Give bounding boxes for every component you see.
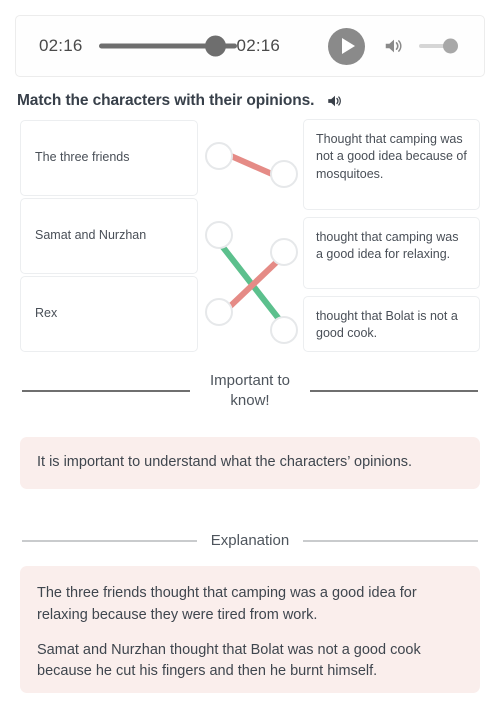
play-icon — [342, 38, 356, 54]
match-left-item-2[interactable]: Samat and Nurzhan — [20, 198, 198, 274]
important-divider-label: Important to know! — [209, 372, 291, 409]
match-node-right-2[interactable] — [270, 238, 298, 266]
play-button[interactable] — [328, 27, 366, 65]
explanation-divider: Explanation — [0, 531, 500, 551]
audio-progress-slider[interactable] — [98, 35, 237, 57]
important-panel-text: It is important to understand what the c… — [37, 454, 413, 470]
divider-rule-left — [22, 389, 190, 392]
important-panel: It is important to understand what the c… — [20, 437, 480, 489]
speaker-icon[interactable] — [326, 92, 344, 110]
match-node-right-3[interactable] — [270, 316, 298, 344]
match-node-left-2[interactable] — [205, 221, 233, 249]
question-title: Match the characters with their opinions… — [17, 92, 315, 109]
divider-rule-right — [303, 540, 478, 542]
audio-player: 02:16 02:16 — [15, 15, 485, 77]
audio-total-time: 02:16 — [236, 36, 281, 55]
match-node-left-1[interactable] — [205, 142, 233, 170]
volume-slider[interactable] — [419, 38, 461, 54]
match-left-item-1[interactable]: The three friends — [20, 120, 198, 196]
explanation-panel: The three friends thought that camping w… — [20, 566, 480, 693]
explanation-divider-label: Explanation — [210, 532, 290, 549]
question-header: Match the characters with their opinions… — [17, 92, 344, 110]
match-left-item-3[interactable]: Rex — [20, 276, 198, 352]
match-right-label-2: thought that camping was a good idea for… — [316, 230, 459, 262]
connection-line-1 — [228, 153, 275, 177]
match-node-left-3[interactable] — [205, 298, 233, 326]
audio-progress-handle[interactable] — [204, 35, 226, 57]
match-right-item-3[interactable]: thought that Bolat is not a good cook. — [303, 296, 480, 352]
exercise-page: 02:16 02:16 Match the characters with th… — [0, 0, 500, 713]
matching-exercise: The three friends Samat and Nurzhan Rex … — [0, 116, 500, 352]
explanation-paragraph-2: Samat and Nurzhan thought that Bolat was… — [37, 641, 421, 680]
match-right-item-1[interactable]: Thought that camping was not a good idea… — [303, 119, 480, 210]
match-left-label-2: Samat and Nurzhan — [35, 228, 147, 243]
match-node-right-1[interactable] — [270, 160, 298, 188]
divider-rule-left — [22, 540, 197, 542]
volume-high-icon[interactable] — [383, 35, 405, 57]
match-right-label-1: Thought that camping was not a good idea… — [316, 132, 467, 181]
match-left-label-1: The three friends — [35, 150, 130, 165]
audio-current-time: 02:16 — [39, 36, 83, 55]
important-divider: Important to know! — [0, 371, 500, 411]
volume-slider-handle[interactable] — [443, 38, 459, 54]
divider-rule-right — [310, 389, 478, 392]
match-left-label-3: Rex — [35, 306, 58, 321]
match-right-item-2[interactable]: thought that camping was a good idea for… — [303, 217, 480, 289]
match-right-label-3: thought that Bolat is not a good cook. — [316, 309, 458, 341]
explanation-paragraph-1: The three friends thought that camping w… — [37, 585, 417, 623]
